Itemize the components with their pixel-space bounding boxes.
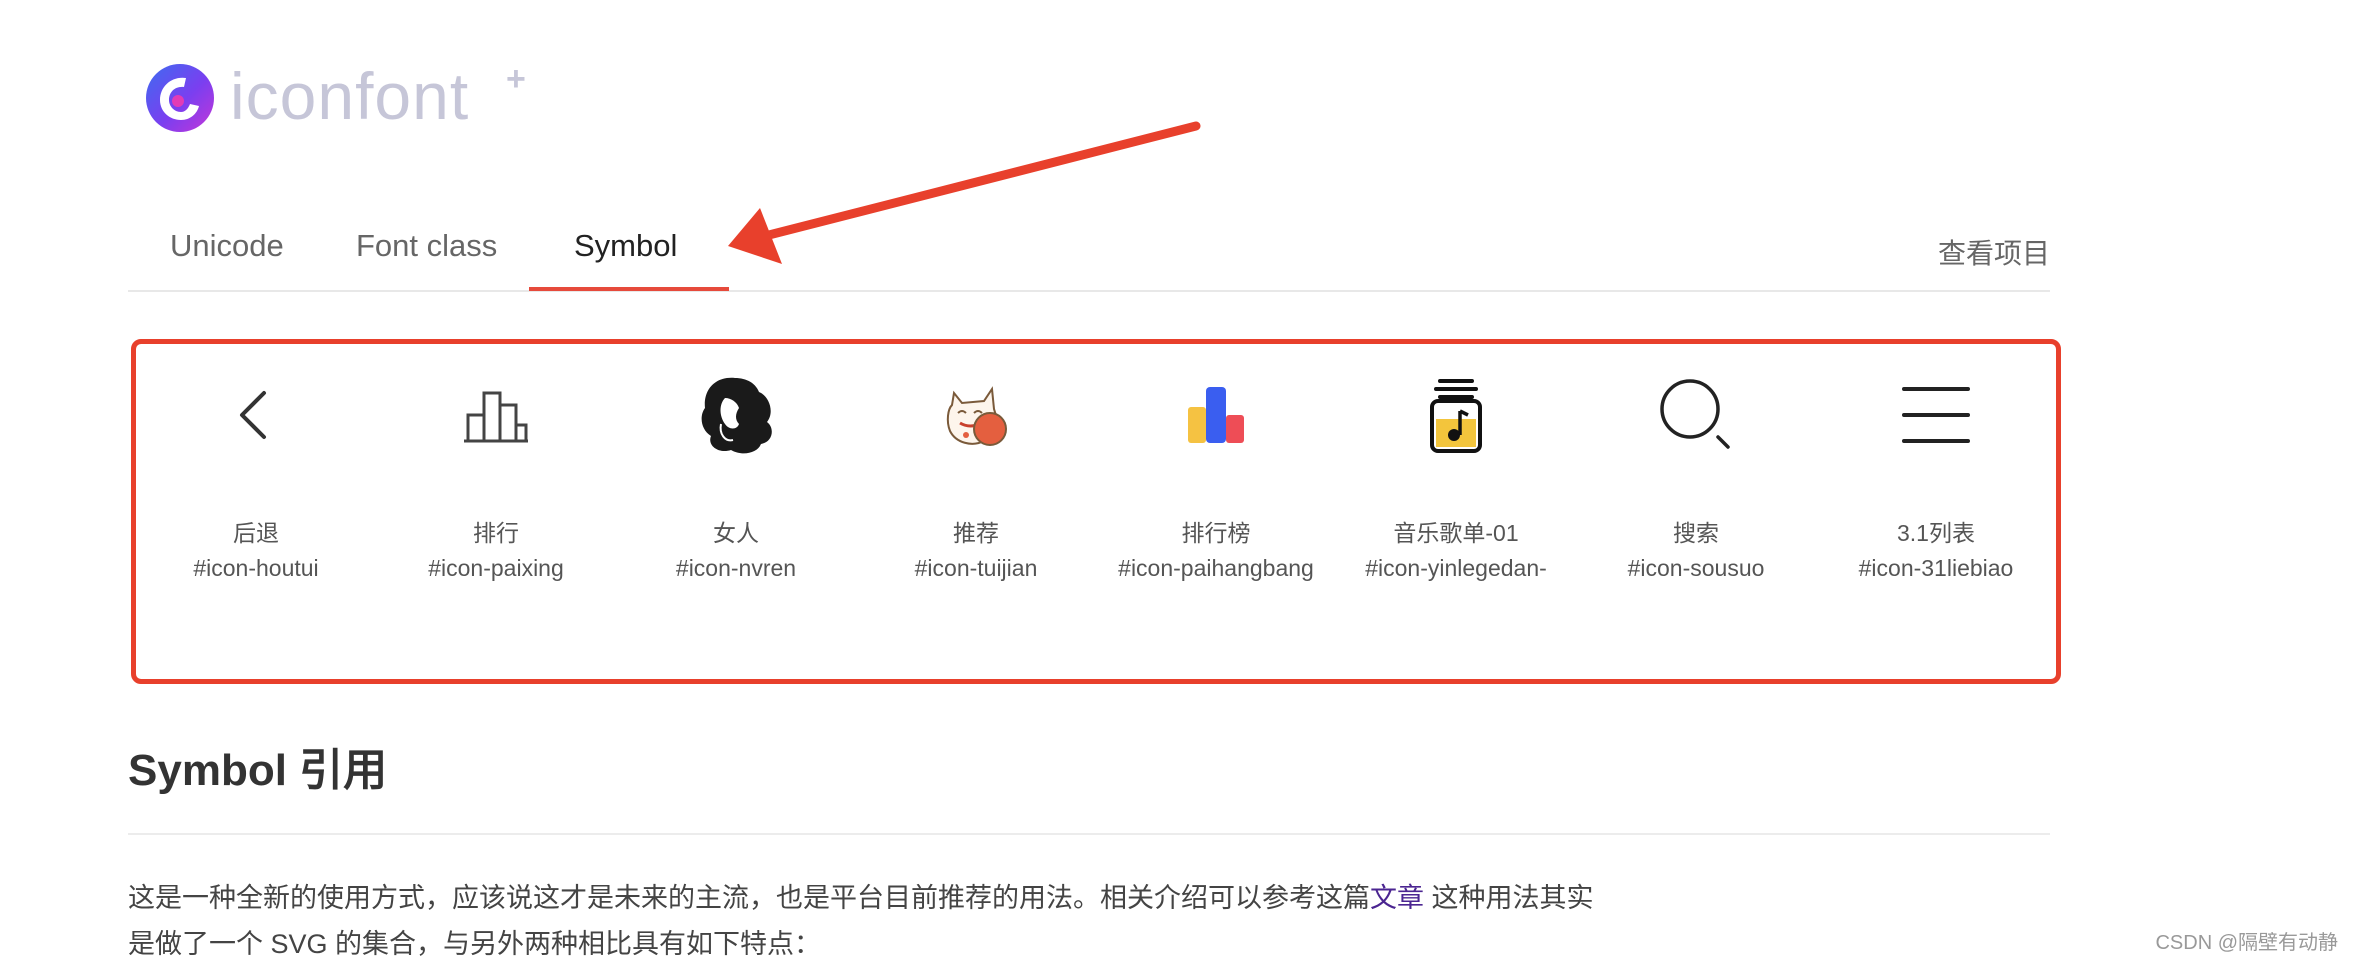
podium-icon (376, 370, 616, 460)
icon-name: 推荐 (953, 520, 999, 546)
active-tab-indicator (529, 287, 729, 291)
intro-paragraph: 这是一种全新的使用方式，应该说这才是未来的主流，也是平台目前推荐的用法。相关介绍… (128, 876, 1594, 915)
icon-code: #icon-nvren (675, 555, 797, 581)
icon-code: #icon-houtui (193, 555, 319, 581)
icon-code: #icon-31liebiao (1858, 555, 2014, 581)
icon-item-tuijian[interactable]: 推荐 #icon-tuijian (856, 370, 1096, 582)
icon-name: 后退 (233, 520, 279, 546)
icon-code: #icon-sousuo (1627, 555, 1765, 581)
icon-item-houtui[interactable]: 后退 #icon-houtui (136, 370, 376, 582)
icon-code: #icon-paihangbang (1118, 555, 1314, 581)
logo-text: iconfont (230, 59, 470, 133)
icon-code: #icon-paixing (428, 555, 564, 581)
icon-item-yinlegedan[interactable]: 音乐歌单-01 #icon-yinlegedan- (1336, 370, 1576, 582)
list-icon (1816, 370, 2056, 460)
tab-font-class[interactable]: Font class (356, 228, 497, 264)
iconfont-logo-icon (146, 64, 214, 132)
intro-text-after: 这种用法其实 (1424, 883, 1594, 913)
watermark: CSDN @隔壁有动静 (2155, 932, 2338, 954)
icon-grid: 后退 #icon-houtui 排行 #icon-paixing 女人 #ico… (131, 339, 2061, 684)
intro-text-before: 这是一种全新的使用方式，应该说这才是未来的主流，也是平台目前推荐的用法。相关介绍… (128, 883, 1370, 913)
icon-code: #icon-yinlegedan- (1365, 555, 1547, 581)
bar-chart-icon (1096, 370, 1336, 460)
icon-item-sousuo[interactable]: 搜索 #icon-sousuo (1576, 370, 1816, 582)
icon-item-paihangbang[interactable]: 排行榜 #icon-paihangbang (1096, 370, 1336, 582)
lucky-cat-icon (856, 370, 1096, 460)
view-project-link[interactable]: 查看项目 (1938, 232, 2050, 272)
woman-icon (616, 370, 856, 460)
icon-name: 搜索 (1673, 520, 1719, 546)
icon-code: #icon-tuijian (914, 555, 1038, 581)
icon-item-31liebiao[interactable]: 3.1列表 #icon-31liebiao (1816, 370, 2056, 582)
section-divider (128, 833, 2050, 835)
section-title: Symbol 引用 (128, 746, 388, 795)
icon-item-paixing[interactable]: 排行 #icon-paixing (376, 370, 616, 582)
intro-paragraph-2: 是做了一个 SVG 的集合，与另外两种相比具有如下特点： (128, 929, 822, 959)
icon-name: 3.1列表 (1897, 520, 1975, 546)
tab-bar: Unicode Font class Symbol 查看项目 (128, 210, 2050, 292)
icon-name: 音乐歌单-01 (1393, 520, 1519, 546)
music-jar-icon (1336, 370, 1576, 460)
tab-symbol[interactable]: Symbol (574, 228, 677, 264)
article-link[interactable]: 文章 (1370, 883, 1424, 913)
search-icon (1576, 370, 1816, 460)
icon-item-nvren[interactable]: 女人 #icon-nvren (616, 370, 856, 582)
icon-name: 排行 (473, 520, 519, 546)
iconfont-logo[interactable]: iconfont + (144, 58, 526, 138)
tab-unicode[interactable]: Unicode (170, 228, 284, 264)
logo-plus: + (506, 60, 526, 98)
icon-name: 排行榜 (1181, 520, 1251, 546)
icon-name: 女人 (713, 520, 759, 546)
chevron-left-icon (136, 370, 376, 460)
